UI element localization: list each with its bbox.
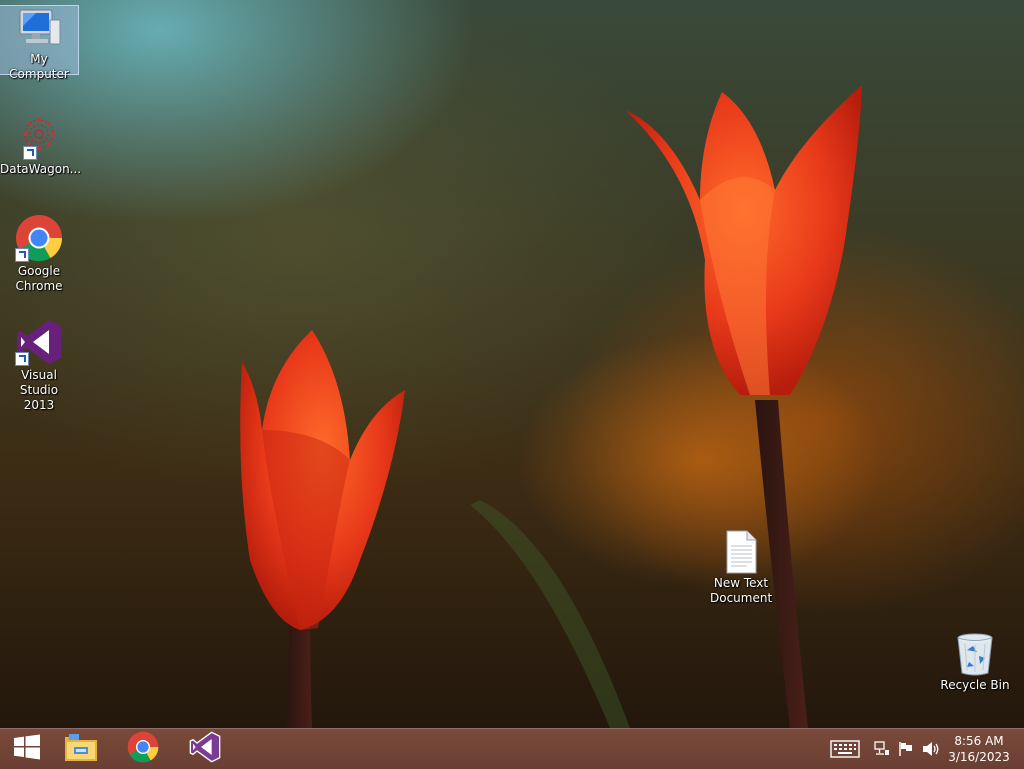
desktop-icon-recycle-bin[interactable]: Recycle Bin (936, 632, 1014, 693)
my-computer-icon (16, 6, 62, 50)
windows-start-icon (13, 734, 41, 764)
shortcut-arrow-icon (15, 248, 29, 262)
desktop-icon-datawagon[interactable]: DataWagon... (0, 112, 82, 177)
start-button[interactable] (0, 729, 54, 769)
system-tray: 8:56 AM 3/16/2023 (824, 729, 1024, 769)
desktop-icon-my-computer[interactable]: My Computer (0, 5, 79, 81)
datawagon-icon (15, 112, 63, 160)
desktop-icon-label: DataWagon... (0, 162, 82, 176)
clock-date: 3/16/2023 (948, 750, 1010, 764)
desktop[interactable]: My Computer DataWagon... Google Chrome V… (0, 0, 1024, 728)
desktop-icon-new-text-document[interactable]: New Text Document (702, 530, 780, 606)
desktop-icon-label: New Text Document (710, 576, 773, 605)
desktop-icon-label: Google Chrome (15, 264, 63, 293)
clock-time: 8:56 AM (954, 734, 1004, 748)
desktop-icon-google-chrome[interactable]: Google Chrome (0, 214, 78, 294)
taskbar-file-explorer[interactable] (54, 729, 108, 769)
recycle-bin-icon (955, 632, 995, 676)
chrome-icon (127, 731, 159, 767)
chrome-icon (15, 214, 63, 262)
network-icon[interactable] (874, 741, 890, 761)
taskbar: 8:56 AM 3/16/2023 (0, 728, 1024, 769)
desktop-icon-visual-studio[interactable]: Visual Studio 2013 (0, 318, 78, 413)
action-center-flag-icon[interactable] (898, 741, 914, 761)
desktop-icon-label: Visual Studio 2013 (19, 368, 59, 412)
visual-studio-icon (15, 318, 63, 366)
taskbar-chrome[interactable] (116, 729, 170, 769)
taskbar-clock[interactable]: 8:56 AM 3/16/2023 (944, 733, 1014, 765)
visual-studio-icon (189, 731, 221, 767)
text-document-icon (723, 530, 759, 574)
desktop-icon-label: Recycle Bin (940, 678, 1010, 692)
file-explorer-icon (64, 732, 98, 766)
shortcut-arrow-icon (23, 146, 37, 160)
taskbar-visual-studio[interactable] (178, 729, 232, 769)
wallpaper-tulips (240, 85, 862, 728)
desktop-icon-label: My Computer (9, 52, 69, 81)
shortcut-arrow-icon (15, 352, 29, 366)
keyboard-icon[interactable] (830, 740, 860, 762)
volume-icon[interactable] (922, 741, 940, 761)
